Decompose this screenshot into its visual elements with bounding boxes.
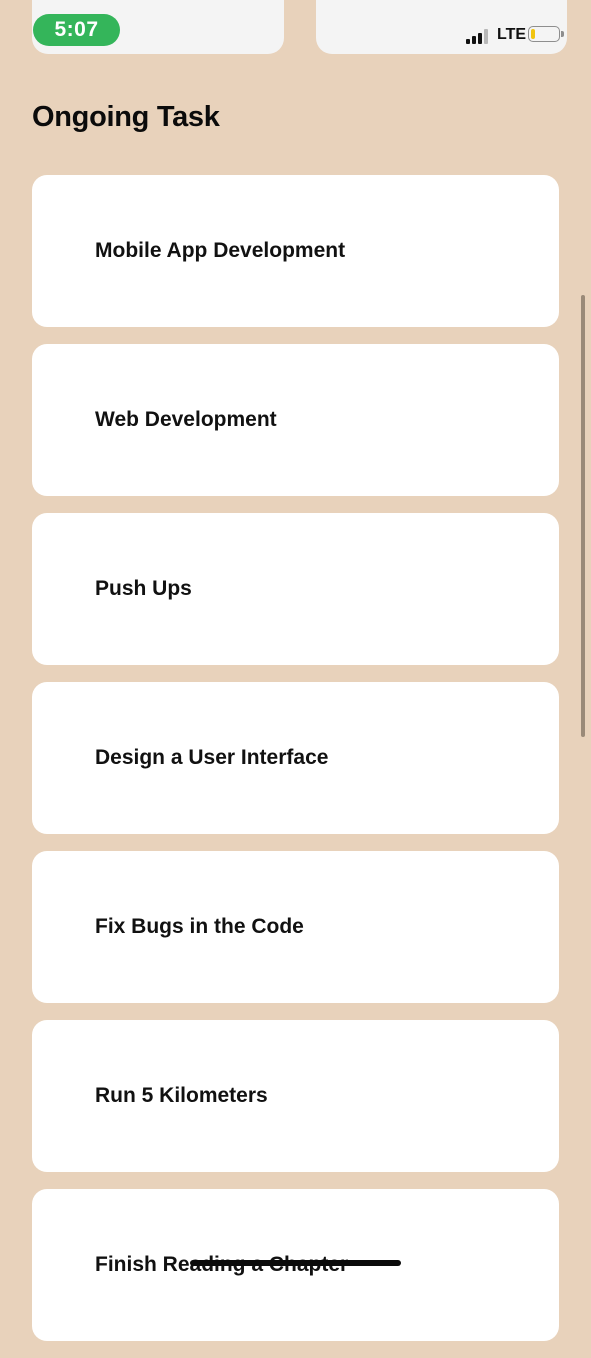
signal-strength-icon <box>466 27 492 44</box>
network-type: LTE <box>497 26 527 43</box>
task-card[interactable]: Web Development <box>32 344 559 496</box>
home-indicator[interactable] <box>190 1260 401 1266</box>
task-name: Mobile App Development <box>95 239 346 262</box>
task-name: Fix Bugs in the Code <box>95 915 304 938</box>
task-list: Mobile App Development Web Development P… <box>32 175 559 1358</box>
battery-icon <box>528 26 560 42</box>
task-card[interactable]: Fix Bugs in the Code <box>32 851 559 1003</box>
task-name: Design a User Interface <box>95 746 329 769</box>
battery-level <box>531 29 535 39</box>
scrollbar[interactable] <box>581 295 585 737</box>
task-card[interactable]: Design a User Interface <box>32 682 559 834</box>
battery-cap <box>561 31 564 37</box>
task-card[interactable]: Push Ups <box>32 513 559 665</box>
section-title: Ongoing Task <box>32 101 220 133</box>
task-name: Web Development <box>95 408 277 431</box>
task-card[interactable]: Run 5 Kilometers <box>32 1020 559 1172</box>
task-card[interactable]: Mobile App Development <box>32 175 559 327</box>
status-time: 5:07 <box>33 14 120 46</box>
task-name: Run 5 Kilometers <box>95 1084 268 1107</box>
task-name: Push Ups <box>95 577 192 600</box>
